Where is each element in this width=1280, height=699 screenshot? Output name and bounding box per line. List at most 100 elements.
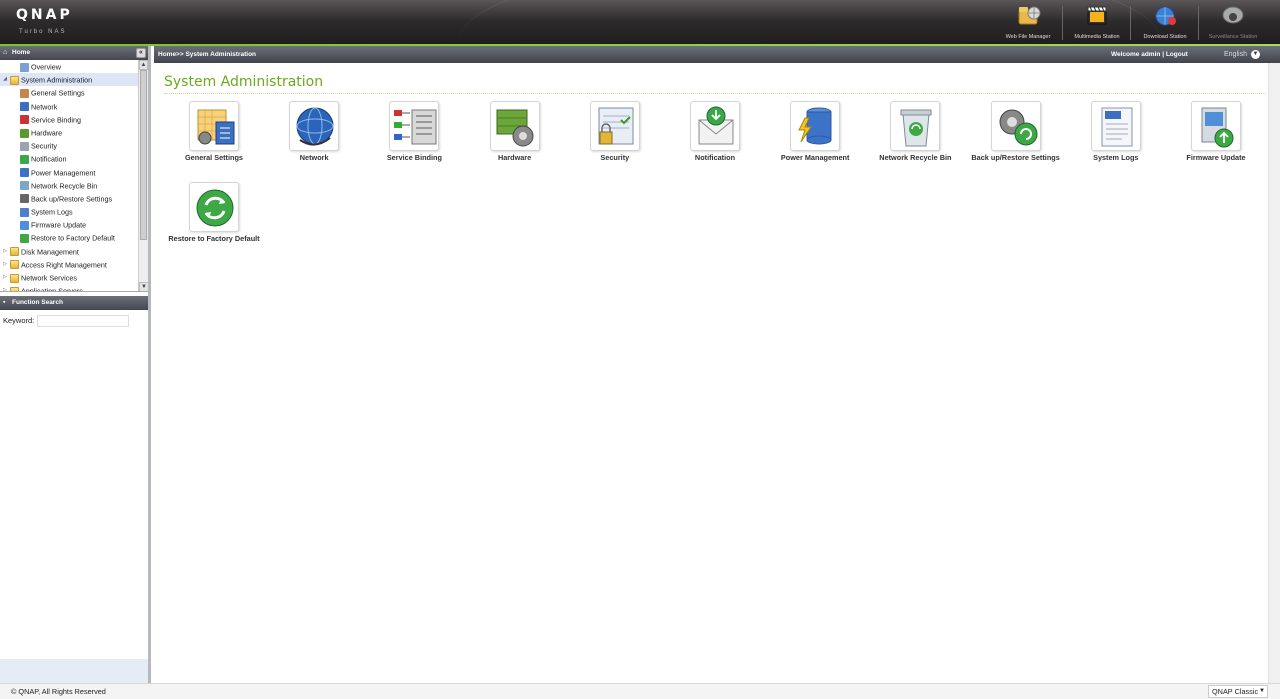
tile-network-recycle-bin[interactable]: Network Recycle Bin — [865, 101, 965, 162]
function-search-header: ▪ Function Search — [0, 296, 148, 310]
tile-power-management[interactable]: Power Management — [765, 101, 865, 162]
sidebar-item-label: Service Binding — [31, 115, 81, 125]
main-scrollbar[interactable] — [1268, 63, 1280, 683]
expand-arrow-icon[interactable]: ▷ — [2, 258, 8, 271]
main-content: System Administration General Settings Ne… — [154, 63, 1280, 683]
footer: © QNAP, All Rights Reserved QNAP Classic… — [0, 683, 1280, 699]
tile-label: Restore to Factory Default — [168, 234, 260, 243]
network-icon — [289, 101, 340, 151]
sidebar-item-label: Restore to Factory Default — [31, 233, 115, 243]
tile-general-settings[interactable]: General Settings — [164, 101, 264, 162]
home-label: Home — [12, 49, 31, 56]
overview-icon — [20, 62, 29, 72]
scroll-down-arrow-icon[interactable]: ▼ — [139, 282, 148, 291]
factory-default-icon — [20, 234, 29, 244]
expand-arrow-icon[interactable]: ▷ — [2, 271, 8, 284]
sidebar-item-overview[interactable]: Overview — [0, 60, 148, 73]
tile-system-logs[interactable]: System Logs — [1066, 101, 1166, 162]
theme-select[interactable]: QNAP Classic ▼ — [1208, 685, 1268, 698]
tile-label: General Settings — [185, 153, 243, 162]
collapse-sidebar-button[interactable]: « — [136, 48, 146, 58]
tile-restore-to-factory-default[interactable]: Restore to Factory Default — [164, 182, 264, 243]
sidebar-item-hardware[interactable]: Hardware — [0, 126, 148, 139]
chevron-down-icon[interactable]: ▼ — [1251, 50, 1260, 59]
scroll-up-arrow-icon[interactable]: ▲ — [139, 60, 148, 70]
scroll-thumb[interactable] — [140, 70, 147, 240]
tile-firmware-update[interactable]: Firmware Update — [1166, 101, 1266, 162]
sidebar-item-label: Network Services — [21, 273, 77, 283]
sidebar-item-system-administration[interactable]: ◢ System Administration — [0, 73, 148, 87]
expand-arrow-icon[interactable]: ▷ — [2, 284, 8, 291]
sidebar-item-access-right-management[interactable]: ▷ Access Right Management — [0, 258, 148, 271]
sidebar-item-firmware-update[interactable]: Firmware Update — [0, 218, 148, 231]
expand-arrow-icon[interactable]: ▷ — [2, 245, 8, 258]
backup-restore-icon — [20, 194, 29, 204]
sidebar-item-general-settings[interactable]: General Settings — [0, 86, 148, 99]
breadcrumb-bar: Home>> System Administration Welcome adm… — [154, 46, 1280, 63]
sidebar-item-power-management[interactable]: Power Management — [0, 166, 148, 179]
system-logs-icon — [20, 207, 29, 217]
download-station-icon — [1152, 4, 1178, 28]
general-settings-icon — [189, 101, 239, 151]
sidebar-item-service-binding[interactable]: Service Binding — [0, 113, 148, 126]
title-divider — [164, 93, 1266, 94]
sidebar: ⌂ Home « Overview ◢ System Administration G… — [0, 46, 151, 683]
tile-label: Service Binding — [386, 153, 442, 162]
logout-link[interactable]: Logout — [1166, 51, 1188, 58]
web-file-manager-label: Web File Manager — [1005, 34, 1051, 40]
folder-icon — [10, 273, 19, 283]
tile-label: Hardware — [497, 153, 532, 162]
tile-service-binding[interactable]: Service Binding — [364, 101, 464, 162]
tile-label: Back up/Restore Settings — [971, 153, 1060, 162]
tile-label: Firmware Update — [1186, 153, 1246, 162]
breadcrumb: Home>> System Administration — [158, 51, 257, 58]
web-file-manager-button[interactable]: Web File Manager — [994, 4, 1062, 42]
tile-label: Notification — [694, 153, 736, 162]
sidebar-item-label: Hardware — [31, 128, 63, 138]
sidebar-item-network-recycle-bin[interactable]: Network Recycle Bin — [0, 179, 148, 192]
sidebar-item-restore-to-factory-default[interactable]: Restore to Factory Default — [0, 231, 148, 244]
download-station-button[interactable]: Download Station — [1131, 4, 1199, 42]
tile-label: Power Management — [780, 153, 850, 162]
sidebar-item-application-servers[interactable]: ▷ Application Servers — [0, 284, 148, 291]
sidebar-item-notification[interactable]: Notification — [0, 152, 148, 165]
collapse-arrow-icon[interactable]: ◢ — [2, 73, 8, 86]
sidebar-item-security[interactable]: Security — [0, 139, 148, 152]
firmware-update-icon — [1191, 101, 1241, 151]
general-settings-icon — [20, 88, 29, 98]
language-selector[interactable]: English — [1224, 46, 1247, 63]
factory-default-icon — [189, 182, 239, 232]
sidebar-item-label: Back up/Restore Settings — [31, 194, 113, 204]
download-station-label: Download Station — [1143, 34, 1187, 40]
tile-label: Security — [600, 153, 630, 162]
folder-icon — [10, 286, 19, 291]
firmware-update-icon — [20, 220, 29, 230]
tree-scrollbar[interactable]: ▲ ▼ — [138, 60, 148, 291]
sidebar-item-network[interactable]: Network — [0, 100, 148, 113]
surveillance-station-button[interactable]: Surveillance Station — [1199, 4, 1267, 42]
tile-notification[interactable]: Notification — [665, 101, 765, 162]
sidebar-item-system-logs[interactable]: System Logs — [0, 205, 148, 218]
tile-network[interactable]: Network — [264, 101, 364, 162]
notification-icon — [20, 154, 29, 164]
power-management-icon — [790, 101, 841, 151]
sidebar-item-network-services[interactable]: ▷ Network Services — [0, 271, 148, 284]
service-binding-icon — [389, 101, 440, 151]
sidebar-item-label: Network Recycle Bin — [31, 181, 98, 191]
sidebar-item-disk-management[interactable]: ▷ Disk Management — [0, 245, 148, 258]
notification-icon — [690, 101, 740, 151]
tile-hardware[interactable]: Hardware — [465, 101, 565, 162]
tile-label: Network — [299, 153, 329, 162]
search-panel-icon: ▪ — [3, 299, 6, 306]
hardware-icon — [20, 128, 29, 138]
multimedia-station-button[interactable]: Multimedia Station — [1063, 4, 1131, 42]
tile-back-up-restore-settings[interactable]: Back up/Restore Settings — [966, 101, 1066, 162]
navigation-tree: Overview ◢ System Administration General Se… — [0, 60, 148, 292]
surveillance-station-label: Surveillance Station — [1208, 34, 1258, 40]
tile-security[interactable]: Security — [565, 101, 665, 162]
keyword-input[interactable] — [37, 315, 130, 327]
theme-value: QNAP Classic — [1212, 687, 1259, 696]
tree-list: Overview ◢ System Administration General Se… — [0, 60, 148, 291]
sidebar-item-back-up-restore-settings[interactable]: Back up/Restore Settings — [0, 192, 148, 205]
search-row: Keyword: — [0, 310, 148, 332]
